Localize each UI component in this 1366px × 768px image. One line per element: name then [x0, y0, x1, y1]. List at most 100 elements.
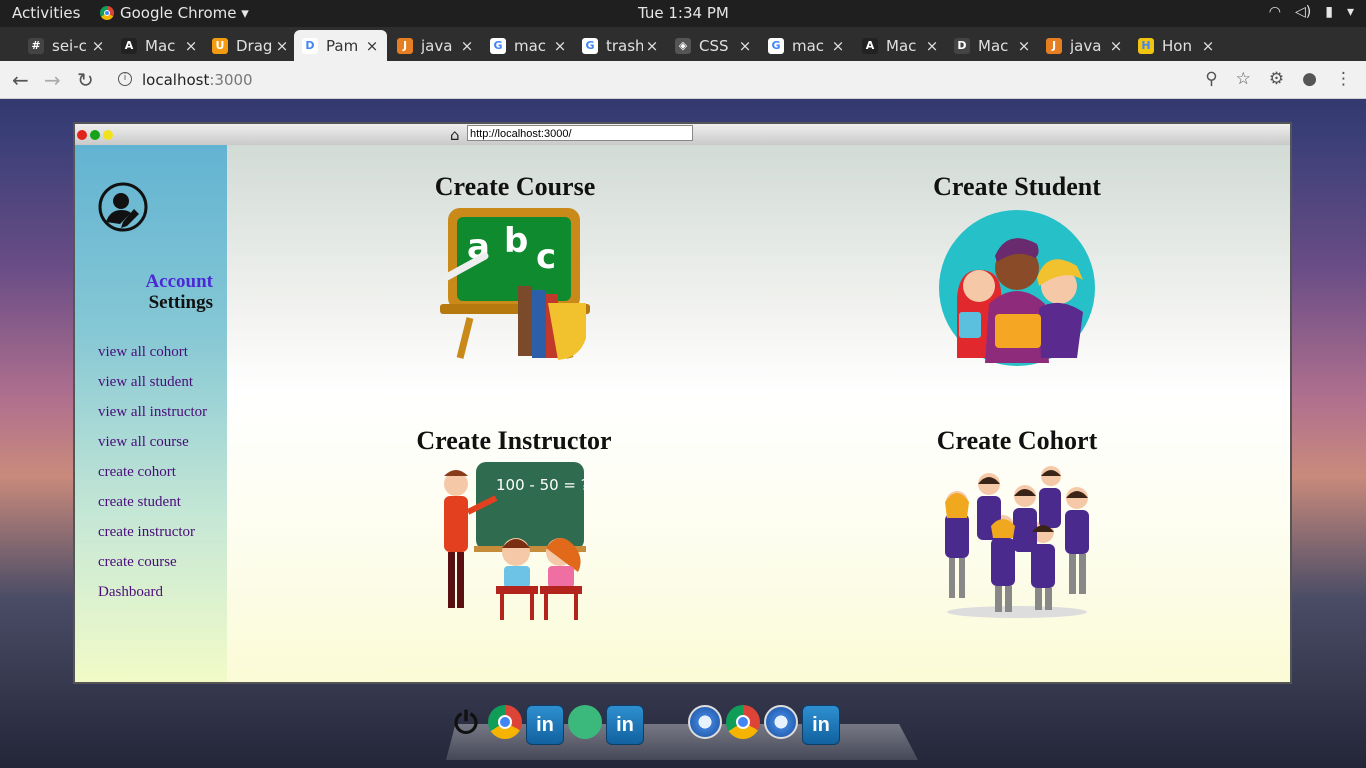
cohort-group-icon[interactable] [937, 462, 1097, 622]
tab-close-icon[interactable]: × [182, 37, 200, 55]
browser-tab[interactable]: Jjava × [1038, 30, 1131, 61]
tab-close-icon[interactable]: × [923, 37, 941, 55]
zoom-light[interactable] [90, 130, 100, 140]
nav-dashboard[interactable]: Dashboard [98, 583, 207, 613]
nav-view-all-cohort[interactable]: view all cohort [98, 343, 207, 373]
browser-tab[interactable]: Gtrash × [574, 30, 667, 61]
board-equation: 100 - 50 = ? [496, 476, 589, 494]
tab-favicon-icon: G [768, 37, 784, 54]
tab-close-icon[interactable]: × [89, 37, 107, 55]
atom-icon[interactable] [568, 705, 602, 739]
clock[interactable]: Tue 1:34 PM [638, 4, 729, 22]
tab-close-icon[interactable]: × [1107, 37, 1125, 55]
tab-label: java [421, 36, 453, 55]
chalkboard-books-icon[interactable]: a b c [440, 208, 590, 363]
nav-view-all-instructor[interactable]: view all instructor [98, 403, 207, 433]
chrome-icon[interactable] [726, 705, 760, 739]
wifi-icon[interactable]: ◠ [1269, 4, 1281, 20]
linkedin-icon[interactable]: in [606, 705, 644, 745]
account-settings-heading[interactable]: Account Settings [145, 271, 213, 313]
tab-favicon-icon: A [121, 37, 137, 54]
linkedin-icon[interactable]: in [526, 705, 564, 745]
nav-create-student[interactable]: create student [98, 493, 207, 523]
tab-close-icon[interactable]: × [643, 37, 661, 55]
account-label: Account [145, 271, 213, 292]
nav-create-course[interactable]: create course [98, 553, 207, 583]
tab-close-icon[interactable]: × [551, 37, 569, 55]
create-student-card[interactable]: Create Student [917, 172, 1117, 370]
zoom-icon[interactable]: ⚲ [1205, 69, 1217, 89]
tab-label: mac [514, 36, 547, 55]
tab-label: sei-c [52, 36, 87, 55]
browser-tab[interactable]: U Drag × [204, 30, 297, 61]
tab-label: Mac [978, 36, 1009, 55]
site-info-icon[interactable]: i [118, 72, 132, 86]
tab-label: Hon [1162, 36, 1192, 55]
safari-icon[interactable] [688, 705, 722, 739]
chrome-icon[interactable] [488, 705, 522, 739]
browser-tab[interactable]: H Hon × [1130, 30, 1223, 61]
nav-create-instructor[interactable]: create instructor [98, 523, 207, 553]
safari-icon[interactable] [764, 705, 798, 739]
reload-icon[interactable]: ↻ [77, 68, 94, 92]
create-student-title[interactable]: Create Student [917, 172, 1117, 202]
browser-tab[interactable]: A Mac × [854, 30, 947, 61]
browser-tab[interactable]: Gmac × [482, 30, 575, 61]
system-tray[interactable]: ◠ ◁) ▮ ▾ [1269, 4, 1354, 20]
activities-button[interactable]: Activities [12, 4, 80, 22]
browser-tab[interactable]: # sei-c × [20, 30, 113, 61]
power-icon[interactable]: ⏻ [448, 705, 484, 743]
nav-create-cohort[interactable]: create cohort [98, 463, 207, 493]
browser-tab[interactable]: ◈ CSS × [667, 30, 760, 61]
tab-close-icon[interactable]: × [273, 37, 291, 55]
create-instructor-title[interactable]: Create Instructor [399, 426, 629, 456]
profile-icon[interactable]: ● [1302, 69, 1317, 89]
tab-close-icon[interactable]: × [363, 37, 381, 55]
menu-icon[interactable]: ▾ [1347, 4, 1354, 20]
battery-icon[interactable]: ▮ [1325, 4, 1333, 20]
teacher-classroom-icon[interactable]: 100 - 50 = ? [434, 462, 594, 622]
home-icon[interactable]: ⌂ [450, 126, 460, 144]
minimize-light[interactable] [103, 130, 113, 140]
create-course-title[interactable]: Create Course [415, 172, 615, 202]
tab-label: Mac [145, 36, 176, 55]
nav-view-all-course[interactable]: view all course [98, 433, 207, 463]
browser-tab[interactable]: A Mac × [113, 30, 206, 61]
back-icon[interactable]: ← [12, 68, 29, 92]
user-avatar-icon[interactable] [98, 182, 148, 232]
tab-favicon-icon: G [490, 37, 506, 54]
linkedin-icon[interactable]: in [802, 705, 840, 745]
browser-tab[interactable]: D Pam × [294, 30, 387, 61]
window-address-field[interactable]: http://localhost:3000/ [467, 125, 693, 141]
tab-favicon-icon: J [1046, 37, 1062, 54]
tab-close-icon[interactable]: × [458, 37, 476, 55]
browser-tab[interactable]: Jjava × [389, 30, 482, 61]
volume-icon[interactable]: ◁) [1295, 4, 1311, 20]
create-cohort-card[interactable]: Create Cohort [917, 426, 1117, 622]
tab-favicon-icon: D [302, 37, 318, 54]
tab-close-icon[interactable]: × [829, 37, 847, 55]
tab-label: trash [606, 36, 643, 55]
app-window: ⌂ http://localhost:3000/ Account Setting… [73, 122, 1292, 684]
window-titlebar: ⌂ http://localhost:3000/ [75, 124, 1290, 146]
address-bar[interactable]: localhost:3000 [142, 71, 253, 89]
create-cohort-title[interactable]: Create Cohort [917, 426, 1117, 456]
students-group-icon[interactable] [937, 208, 1097, 370]
close-light[interactable] [77, 130, 87, 140]
nav-view-all-student[interactable]: view all student [98, 373, 207, 403]
apple-icon[interactable] [648, 705, 684, 743]
create-instructor-card[interactable]: Create Instructor 100 - 50 = ? [399, 426, 629, 622]
browser-tab[interactable]: D Mac × [946, 30, 1039, 61]
tab-favicon-icon: ◈ [675, 37, 691, 54]
app-menu[interactable]: Google Chrome ▾ [100, 4, 249, 22]
tab-close-icon[interactable]: × [1199, 37, 1217, 55]
extension-icon[interactable]: ⚙ [1269, 69, 1284, 89]
browser-tab[interactable]: Gmac × [760, 30, 853, 61]
create-course-card[interactable]: Create Course a b c [415, 172, 615, 363]
tab-close-icon[interactable]: × [1015, 37, 1033, 55]
bookmark-star-icon[interactable]: ☆ [1236, 69, 1251, 89]
menu-kebab-icon[interactable]: ⋮ [1335, 69, 1352, 89]
tab-close-icon[interactable]: × [736, 37, 754, 55]
forward-icon[interactable]: → [44, 68, 61, 92]
tab-favicon-icon: J [397, 37, 413, 54]
